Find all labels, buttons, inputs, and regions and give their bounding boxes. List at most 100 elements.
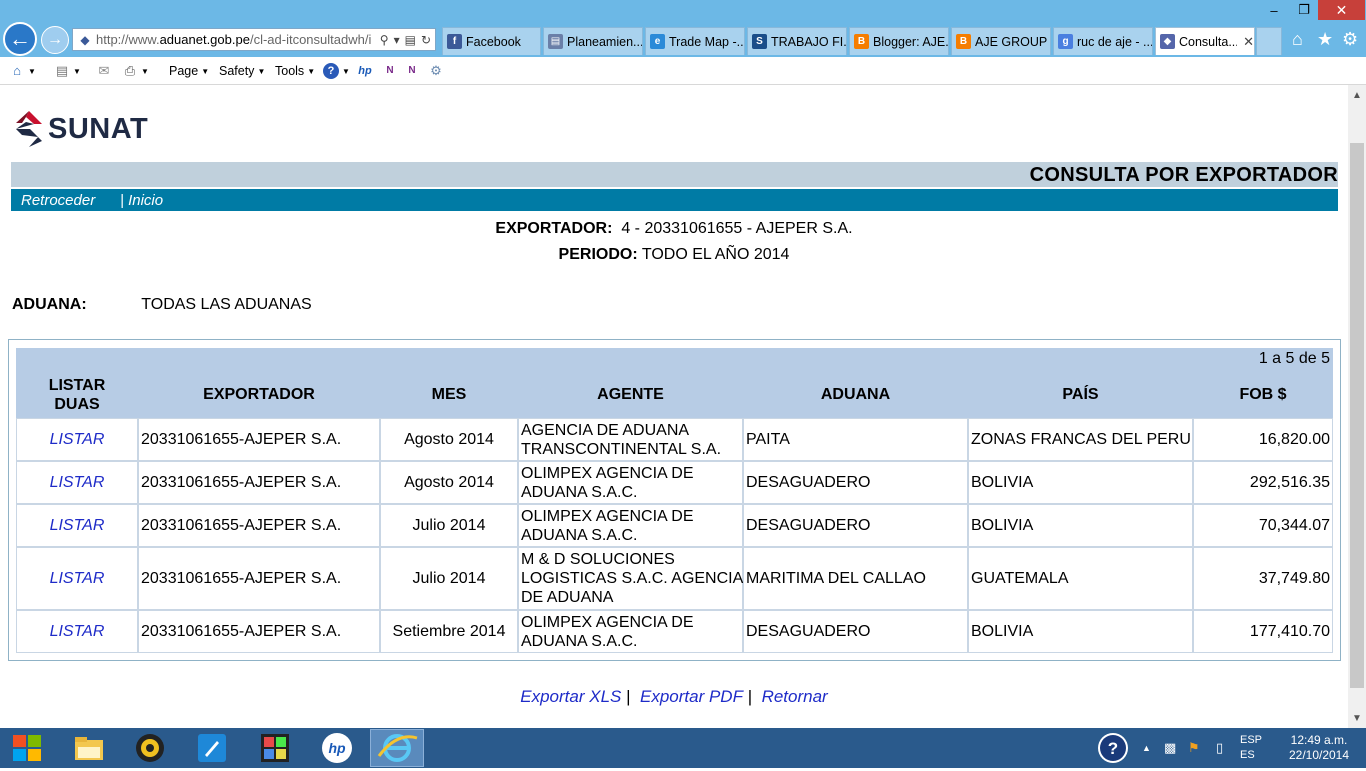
sunat-logo: SUNAT <box>12 107 148 151</box>
cell-fob: 70,344.07 <box>1258 517 1330 534</box>
hp-app-button[interactable]: hp <box>320 732 354 764</box>
favorites-star-icon[interactable]: ★ <box>1317 29 1333 50</box>
browser-tab[interactable]: g ruc de aje - ... <box>1053 27 1153 55</box>
file-explorer-button[interactable] <box>72 732 106 764</box>
ie-taskbar-button[interactable] <box>370 729 424 767</box>
compat-view-icon[interactable]: ▤ <box>405 33 416 47</box>
tab-label: Facebook <box>466 34 521 49</box>
tab-label: AJE GROUP <box>975 34 1048 49</box>
minimize-button[interactable]: – <box>1260 0 1288 20</box>
page-title: CONSULTA POR EXPORTADOR <box>1029 164 1338 186</box>
browser-tab[interactable]: ▤ Planeamien... <box>543 27 643 55</box>
browser-tab[interactable]: ◆ Consulta... ✕ <box>1155 27 1255 55</box>
puzzle-app-button[interactable] <box>258 732 292 764</box>
help-tray-button[interactable]: ? <box>1096 732 1130 764</box>
scribd-icon: S <box>752 34 767 49</box>
ie-icon: e <box>650 34 665 49</box>
export-xls-link[interactable]: Exportar XLS <box>520 687 621 706</box>
table-header: 1 a 5 de 5 LISTAR DUAS EXPORTADOR MES AGE… <box>16 348 1333 418</box>
network-signal-icon[interactable]: ▩ <box>1164 740 1176 756</box>
browser-tab[interactable]: B Blogger: AJE... <box>849 27 949 55</box>
cell-mes: Agosto 2014 <box>404 431 494 448</box>
action-center-icon[interactable]: ⚑ <box>1188 740 1200 756</box>
nav-home-link[interactable]: | Inicio <box>120 192 163 209</box>
col-header-pais: PAÍS <box>1062 386 1099 403</box>
listar-link[interactable]: LISTAR <box>16 418 138 461</box>
new-tab-button[interactable] <box>1256 27 1282 55</box>
scroll-up-icon[interactable]: ▲ <box>1348 85 1366 105</box>
listar-link[interactable]: LISTAR <box>16 610 138 653</box>
browser-tab[interactable]: S TRABAJO FI... <box>747 27 847 55</box>
tools-menu-label: Tools <box>275 64 305 78</box>
media-player-button[interactable] <box>133 732 167 764</box>
arrow-right-icon: → <box>47 31 63 48</box>
listar-link[interactable]: LISTAR <box>16 461 138 504</box>
hp-addon-button[interactable]: hp <box>357 61 373 81</box>
logo-text: SUNAT <box>48 112 149 145</box>
back-button[interactable]: ← <box>3 22 37 56</box>
search-icon[interactable]: ⚲ <box>380 33 389 47</box>
svg-text:?: ? <box>1108 739 1118 758</box>
forward-button[interactable]: → <box>41 26 69 54</box>
cell-agente: OLIMPEX AGENCIA DE ADUANA S.A.C. <box>521 507 694 544</box>
listar-link[interactable]: LISTAR <box>16 504 138 547</box>
home-button[interactable]: ⌂ ▼ <box>9 61 36 81</box>
listar-link[interactable]: LISTAR <box>16 547 138 610</box>
cell-fob: 292,516.35 <box>1249 474 1330 491</box>
nav-back-link[interactable]: Retroceder <box>21 192 95 209</box>
browser-tab[interactable]: f Facebook <box>442 27 541 55</box>
aduana-label: ADUANA: <box>12 296 87 313</box>
home-icon[interactable]: ⌂ <box>1292 29 1303 50</box>
media-player-icon <box>136 734 164 762</box>
export-pdf-link[interactable]: Exportar PDF <box>640 687 743 706</box>
vertical-scrollbar[interactable]: ▲ ▼ <box>1348 85 1366 728</box>
cell-agente: M & D SOLUCIONES LOGISTICAS S.A.C. AGENC… <box>521 551 743 606</box>
battery-icon[interactable]: ▯ <box>1216 740 1223 756</box>
nav-strip: Retroceder | Inicio <box>11 189 1338 211</box>
exportador-line: EXPORTADOR: 4 - 20331061655 - AJEPER S.A… <box>0 220 1348 238</box>
dropdown-icon[interactable]: ▾ <box>394 33 400 47</box>
rss-feed-icon: ▤ <box>55 63 69 78</box>
maximize-button[interactable]: ❐ <box>1290 0 1318 20</box>
col-header-listar: LISTAR DUAS <box>48 377 106 413</box>
language-indicator[interactable]: ESP ES <box>1240 733 1262 763</box>
cell-mes: Julio 2014 <box>412 570 486 587</box>
start-button[interactable] <box>10 732 44 764</box>
feeds-button[interactable]: ▤ ▼ <box>54 61 81 81</box>
settings-gear-icon[interactable]: ⚙ <box>1342 29 1358 50</box>
onenote-linked-button[interactable]: N <box>404 61 420 81</box>
safety-menu[interactable]: Safety ▼ <box>219 61 265 81</box>
browser-tab[interactable]: e Trade Map -... <box>645 27 745 55</box>
address-bar[interactable]: ◆ http://www.aduanet.gob.pe/cl-ad-itcons… <box>72 28 436 51</box>
cell-pais: GUATEMALA <box>971 570 1069 587</box>
folder-icon <box>75 737 103 760</box>
close-window-button[interactable]: ✕ <box>1318 0 1365 20</box>
close-tab-icon[interactable]: ✕ <box>1243 34 1254 50</box>
aduana-value: TODAS LAS ADUANAS <box>141 296 312 313</box>
periodo-value: TODO EL AÑO 2014 <box>641 246 790 263</box>
url-text[interactable]: http://www.aduanet.gob.pe/cl-ad-itconsul… <box>96 32 380 47</box>
onenote-addon-button[interactable]: N <box>382 61 398 81</box>
back-link[interactable]: Retornar <box>762 687 828 706</box>
scroll-thumb[interactable] <box>1350 143 1364 688</box>
settings-button[interactable]: ⚙ <box>428 61 444 81</box>
clock[interactable]: 12:49 a.m. 22/10/2014 <box>1276 733 1362 763</box>
show-hidden-icons[interactable]: ▲ <box>1142 743 1151 753</box>
col-header-aduana: ADUANA <box>820 386 891 403</box>
page-menu[interactable]: Page ▼ <box>169 61 209 81</box>
scroll-down-icon[interactable]: ▼ <box>1348 708 1366 728</box>
tools-menu[interactable]: Tools ▼ <box>275 61 315 81</box>
onenote-linked-icon: N <box>408 65 416 76</box>
app-launcher-button[interactable] <box>195 732 229 764</box>
refresh-icon[interactable]: ↻ <box>421 33 431 47</box>
google-icon: g <box>1058 34 1073 49</box>
rocket-app-icon <box>198 734 226 762</box>
windows-taskbar: hp ? ▲ ▩ ⚑ ▯ ESP ES 12:49 a.m. 22/10/2014 <box>0 728 1366 768</box>
cell-exportador: 20331061655-AJEPER S.A. <box>141 570 342 587</box>
help-button[interactable]: ? ▼ <box>323 61 350 81</box>
browser-tab[interactable]: B AJE GROUP <box>951 27 1051 55</box>
document-icon: ▤ <box>548 34 563 49</box>
mail-button[interactable]: ✉ <box>96 61 112 81</box>
cell-pais: ZONAS FRANCAS DEL PERU <box>971 431 1191 448</box>
print-button[interactable]: ⎙ ▼ <box>122 61 149 81</box>
